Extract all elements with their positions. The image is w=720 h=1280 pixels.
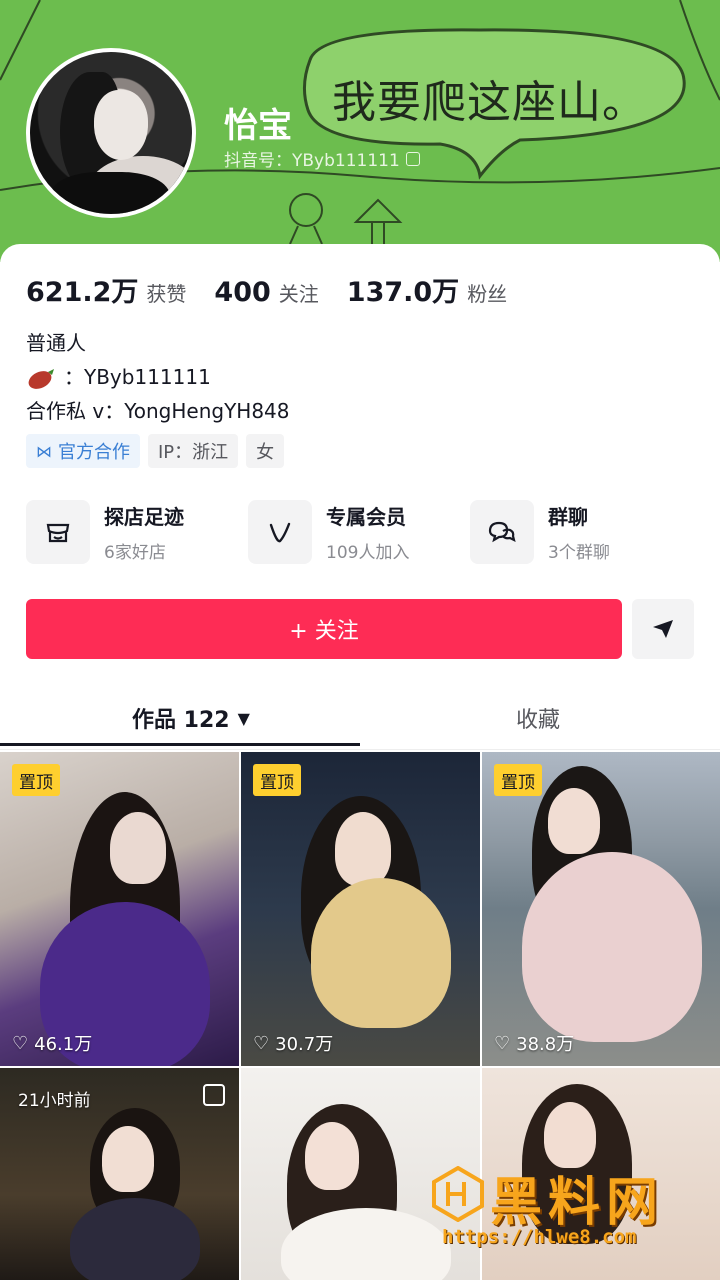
multi-image-icon <box>203 1084 225 1106</box>
post-time: 21小时前 <box>18 1091 91 1111</box>
post-thumbnail[interactable]: 置顶 ♡ 38.8万 <box>482 752 720 1066</box>
post-likes: ♡ 38.8万 <box>494 1030 574 1056</box>
stats-row: 621.2万 获赞 400 关注 137.0万 粉丝 <box>26 270 535 309</box>
stat-following[interactable]: 400 关注 <box>214 277 318 308</box>
active-tab-indicator <box>0 743 360 746</box>
feature-store-sub: 6家好店 <box>104 543 166 563</box>
banner-speech-text: 我要爬这座山。 <box>332 77 647 128</box>
bio-line-2: ：YByb111111 <box>26 360 290 394</box>
douyin-id-row[interactable]: 抖音号：YByb111111 <box>224 146 420 171</box>
post-likes-count: 30.7万 <box>275 1034 334 1055</box>
post-likes-count: 46.1万 <box>34 1034 93 1055</box>
vip-icon <box>248 500 312 564</box>
post-thumbnail[interactable]: 置顶 ♡ 46.1万 <box>0 752 239 1066</box>
post-thumbnail[interactable]: 21小时前 <box>0 1068 239 1280</box>
bio-line-2-text: ：YByb111111 <box>64 365 211 389</box>
bio-line-3: 合作私 v：YongHengYH848 <box>26 399 290 423</box>
stat-following-label: 关注 <box>278 282 319 306</box>
profile-banner: 我要爬这座山。 怡宝 抖音号：YByb111111 <box>0 0 720 262</box>
tab-works-label: 作品 122 <box>132 708 230 733</box>
watermark-title: 黑料网 <box>490 1173 665 1233</box>
tag-official-label: 官方合作 <box>58 442 130 463</box>
feature-chat-title: 群聊 <box>548 505 588 529</box>
heart-icon: ♡ <box>494 1032 511 1054</box>
stat-followers[interactable]: 137.0万 粉丝 <box>347 270 507 309</box>
follow-button[interactable]: + 关注 <box>26 599 622 659</box>
heart-icon: ♡ <box>12 1032 29 1054</box>
feature-store-visits[interactable]: 探店足迹 6家好店 <box>26 500 248 564</box>
content-tabs: 作品 122 ▼ 收藏 <box>0 688 720 750</box>
sweet-potato-icon <box>26 366 56 389</box>
feature-vip-title: 专属会员 <box>326 505 406 529</box>
stat-followers-label: 粉丝 <box>467 282 508 306</box>
post-thumbnail[interactable]: 置顶 ♡ 30.7万 <box>241 752 480 1066</box>
caret-down-icon: ▼ <box>237 708 250 728</box>
nickname: 怡宝 <box>224 106 292 146</box>
pinned-badge: 置顶 <box>494 764 542 796</box>
douyin-id: 抖音号：YByb111111 <box>224 151 400 171</box>
heart-icon: ♡ <box>253 1032 270 1054</box>
post-likes-count: 38.8万 <box>516 1034 575 1055</box>
tag-gender: 女 <box>246 434 285 468</box>
watermark-logo-icon <box>432 1166 484 1222</box>
feature-entries: 探店足迹 6家好店 专属会员 109人加入 群聊 3个群聊 <box>26 500 706 564</box>
official-partner-icon: ⋈ <box>36 441 52 461</box>
store-icon <box>26 500 90 564</box>
feature-group-chat[interactable]: 群聊 3个群聊 <box>470 500 692 564</box>
copy-icon[interactable] <box>405 151 420 166</box>
tag-official-partner[interactable]: ⋈ 官方合作 <box>26 434 140 468</box>
send-icon <box>653 620 673 638</box>
pinned-badge: 置顶 <box>12 764 60 796</box>
chat-icon <box>470 500 534 564</box>
tags-row: ⋈ 官方合作 IP：浙江 女 <box>26 434 285 468</box>
pinned-badge: 置顶 <box>253 764 301 796</box>
post-likes: ♡ 30.7万 <box>253 1030 333 1056</box>
stat-likes-label: 获赞 <box>146 282 187 306</box>
feature-store-title: 探店足迹 <box>104 505 184 529</box>
bio: 普通人 ：YByb111111 合作私 v：YongHengYH848 <box>26 326 290 428</box>
stat-likes-value: 621.2万 <box>26 277 139 308</box>
stat-followers-value: 137.0万 <box>346 277 460 308</box>
watermark-url: https://hlwe8.com <box>442 1226 637 1248</box>
tab-works[interactable]: 作品 122 ▼ <box>132 702 250 734</box>
feature-vip-sub: 109人加入 <box>326 543 410 563</box>
feature-chat-sub: 3个群聊 <box>548 543 610 563</box>
watermark: 黑料网 https://hlwe8.com <box>430 1160 720 1260</box>
feature-vip[interactable]: 专属会员 109人加入 <box>248 500 470 564</box>
avatar[interactable] <box>26 48 196 218</box>
stat-following-value: 400 <box>214 277 271 308</box>
bio-line-1: 普通人 <box>26 331 86 355</box>
post-likes: ♡ 46.1万 <box>12 1030 92 1056</box>
tab-favorites[interactable]: 收藏 <box>516 702 560 734</box>
stat-likes[interactable]: 621.2万 获赞 <box>26 270 186 309</box>
share-button[interactable] <box>632 599 694 659</box>
tag-ip: IP：浙江 <box>148 434 239 468</box>
